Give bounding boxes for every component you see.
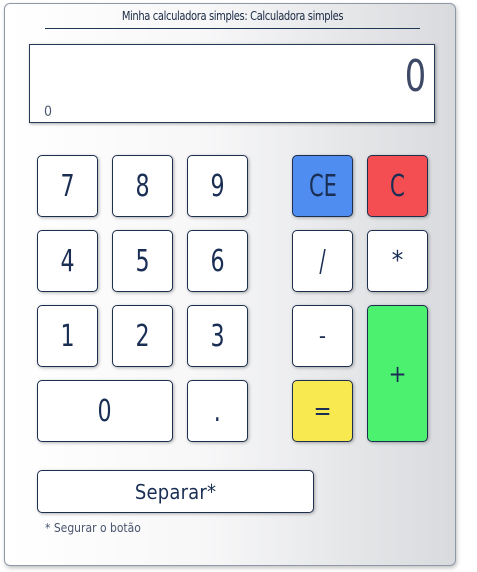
title-divider [45,28,420,29]
key-0[interactable]: 0 [37,380,173,442]
key-2[interactable]: 2 [112,305,173,367]
add-button[interactable]: + [367,305,428,442]
equals-button[interactable]: = [292,380,353,442]
display-value: 0 [404,51,426,102]
key-decimal[interactable]: . [187,380,248,442]
multiply-button[interactable]: * [367,230,428,292]
clear-button[interactable]: C [367,155,428,217]
key-3[interactable]: 3 [187,305,248,367]
divide-button[interactable]: / [292,230,353,292]
key-6[interactable]: 6 [187,230,248,292]
subtract-button[interactable]: - [292,305,353,367]
display-history: 0 [44,104,53,120]
clear-entry-button[interactable]: CE [292,155,353,217]
calculator-display: 0 0 [29,44,435,123]
key-8[interactable]: 8 [112,155,173,217]
hold-button-note: * Segurar o botão [45,521,141,535]
key-5[interactable]: 5 [112,230,173,292]
key-7[interactable]: 7 [37,155,98,217]
key-1[interactable]: 1 [37,305,98,367]
calculator-window: Minha calculadora simples: Calculadora s… [4,3,456,566]
key-9[interactable]: 9 [187,155,248,217]
key-4[interactable]: 4 [37,230,98,292]
calculator-title: Minha calculadora simples: Calculadora s… [121,9,344,23]
split-button[interactable]: Separar* [37,470,314,513]
